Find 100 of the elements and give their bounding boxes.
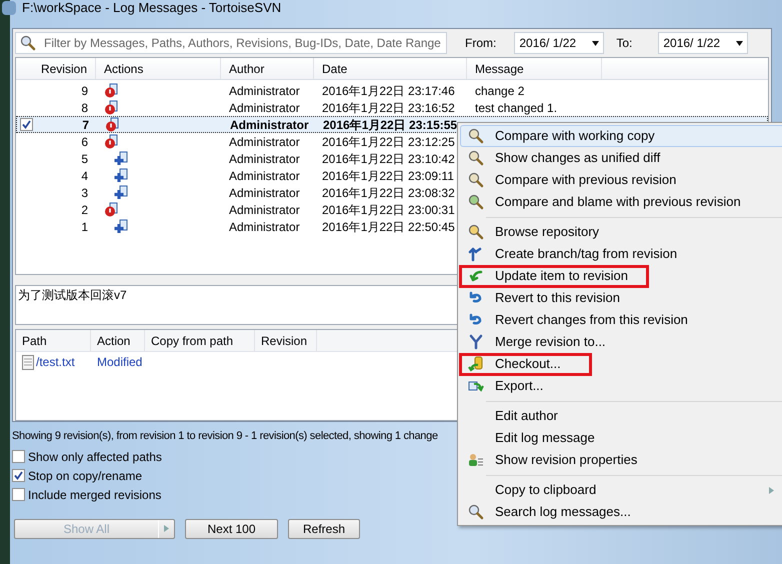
- dropdown-caret-icon: [592, 40, 600, 46]
- option-label: Show only affected paths: [28, 448, 162, 466]
- to-label: To:: [616, 35, 632, 52]
- merge-arrow-icon: [468, 334, 484, 350]
- author-cell-text: Administrator: [229, 116, 310, 134]
- search-icon: [20, 35, 36, 51]
- checkbox[interactable]: [12, 469, 25, 482]
- checkbox[interactable]: [12, 450, 25, 463]
- row-checkbox[interactable]: [20, 118, 33, 131]
- revision-cell-text: 9: [81, 82, 88, 100]
- checkout-icon: [468, 356, 484, 372]
- toolbar-button[interactable]: Refresh: [288, 518, 360, 538]
- action-cell-text: Modified: [96, 354, 142, 371]
- date-cell-text: 2016年1月22日 22:50:45: [321, 218, 456, 236]
- author-cell-text: Administrator: [228, 82, 301, 100]
- column-header[interactable]: Copy from path: [145, 330, 255, 351]
- revision-cell-text: 7: [82, 116, 89, 134]
- revision-cell-text: 3: [81, 184, 88, 202]
- column-header[interactable]: Message: [467, 58, 602, 79]
- author-cell-text: Administrator: [228, 150, 301, 168]
- log-message-text: 为了测试版本回滚v7: [18, 288, 127, 302]
- date-cell-text: 2016年1月22日 23:09:11: [321, 168, 455, 184]
- author-cell-text: Administrator: [228, 100, 301, 116]
- menu-item[interactable]: Export...: [460, 375, 782, 397]
- menu-item[interactable]: Show revision properties: [460, 449, 782, 471]
- column-header[interactable]: Revision: [255, 330, 317, 351]
- window-title: F:\workSpace - Log Messages - TortoiseSVN: [22, 0, 282, 16]
- date-cell-text: 2016年1月22日 23:08:32: [321, 184, 456, 202]
- text-file-icon: [22, 354, 34, 370]
- column-header[interactable]: Author: [221, 58, 314, 79]
- option-label: Stop on copy/rename: [28, 468, 142, 484]
- revision-cell-text: 8: [81, 100, 88, 116]
- author-cell-text: Administrator: [228, 202, 301, 218]
- from-date-picker[interactable]: 2016/ 1/22: [514, 32, 604, 54]
- author-cell-text: Administrator: [228, 134, 301, 150]
- modified-file-icon: [104, 100, 120, 115]
- magnifier-icon: [468, 150, 484, 166]
- search-icon: [468, 504, 484, 520]
- menu-item[interactable]: Revert to this revision: [460, 287, 782, 309]
- column-header[interactable]: Action: [91, 330, 145, 351]
- menu-item[interactable]: Compare with previous revision: [460, 169, 782, 191]
- added-file-icon: [114, 151, 130, 166]
- menu-item[interactable]: Compare with working copy: [460, 125, 782, 147]
- column-header[interactable]: Date: [314, 58, 467, 79]
- revision-cell-text: 1: [81, 218, 88, 236]
- menu-item[interactable]: Create branch/tag from revision: [460, 243, 782, 265]
- submenu-arrow-icon: [768, 486, 775, 494]
- menu-item[interactable]: Copy to clipboard: [460, 479, 782, 501]
- modified-file-icon: [104, 83, 120, 98]
- person-magnifier-icon: [468, 194, 484, 210]
- date-cell-text: 2016年1月22日 23:10:42: [321, 150, 456, 168]
- author-cell-text: Administrator: [228, 218, 301, 236]
- modified-file-icon: [105, 117, 121, 132]
- log-row[interactable]: 8 Administrator 2016年1月22日 23:16:52 test changed 1.: [16, 99, 768, 116]
- message-cell-text: change 2: [474, 82, 526, 100]
- menu-item[interactable]: Compare and blame with previous revision: [460, 191, 782, 213]
- menu-item[interactable]: Edit log message: [460, 427, 782, 449]
- modified-file-icon: [104, 202, 120, 217]
- date-cell-text: 2016年1月22日 23:17:46: [321, 82, 456, 100]
- log-row[interactable]: 9 Administrator 2016年1月22日 23:17:46 change 2: [16, 82, 768, 99]
- toolbar-button[interactable]: Next 100: [185, 518, 278, 538]
- revision-cell-text: 2: [81, 202, 88, 218]
- status-text: Showing 9 revision(s), from revision 1 to revision 9 - 1 revision(s) selected, showing 1 change: [12, 429, 438, 444]
- menu-item[interactable]: Browse repository: [460, 221, 782, 243]
- menu-item[interactable]: Update item to revision: [460, 265, 782, 287]
- dropdown-caret-icon: [736, 40, 744, 46]
- magnifier-icon: [468, 224, 484, 240]
- added-file-icon: [114, 185, 130, 200]
- app-icon: [2, 1, 16, 15]
- revision-cell-text: 4: [81, 168, 88, 184]
- filter-field[interactable]: Filter by Messages, Paths, Authors, Revisions, Bug-IDs, Date, Date Range: [15, 32, 447, 54]
- date-cell-text: 2016年1月22日 23:00:31: [321, 202, 456, 218]
- added-file-icon: [114, 168, 130, 183]
- menu-item[interactable]: Search log messages...: [460, 501, 782, 523]
- menu-item[interactable]: Show changes as unified diff: [460, 147, 782, 169]
- date-cell-text: 2016年1月22日 23:15:55: [322, 116, 458, 134]
- message-cell-text: test changed 1.: [474, 100, 558, 116]
- author-cell-text: Administrator: [228, 184, 301, 202]
- revision-cell-text: 5: [81, 150, 88, 168]
- date-cell-text: 2016年1月22日 23:12:25: [321, 134, 456, 150]
- added-file-icon: [114, 219, 130, 234]
- column-header[interactable]: Revision: [16, 58, 96, 79]
- to-date-picker[interactable]: 2016/ 1/22: [658, 32, 748, 54]
- magnifier-icon: [468, 172, 484, 188]
- menu-item[interactable]: Revert changes from this revision: [460, 309, 782, 331]
- menu-item[interactable]: Checkout...: [460, 353, 782, 375]
- magnifier-icon: [468, 128, 484, 144]
- date-cell-text: 2016年1月22日 23:16:52: [321, 100, 456, 116]
- author-cell-text: Administrator: [228, 168, 301, 184]
- column-header[interactable]: Actions: [96, 58, 221, 79]
- person-list-icon: [468, 452, 484, 468]
- checkbox[interactable]: [12, 488, 25, 501]
- column-header[interactable]: Path: [16, 330, 91, 351]
- branch-arrow-icon: [468, 246, 484, 262]
- from-label: From:: [465, 35, 496, 52]
- modified-file-icon: [104, 134, 120, 149]
- revision-cell-text: 6: [81, 134, 88, 150]
- path-link[interactable]: /test.txt: [36, 353, 75, 371]
- menu-item[interactable]: Edit author: [460, 405, 782, 427]
- menu-item[interactable]: Merge revision to...: [460, 331, 782, 353]
